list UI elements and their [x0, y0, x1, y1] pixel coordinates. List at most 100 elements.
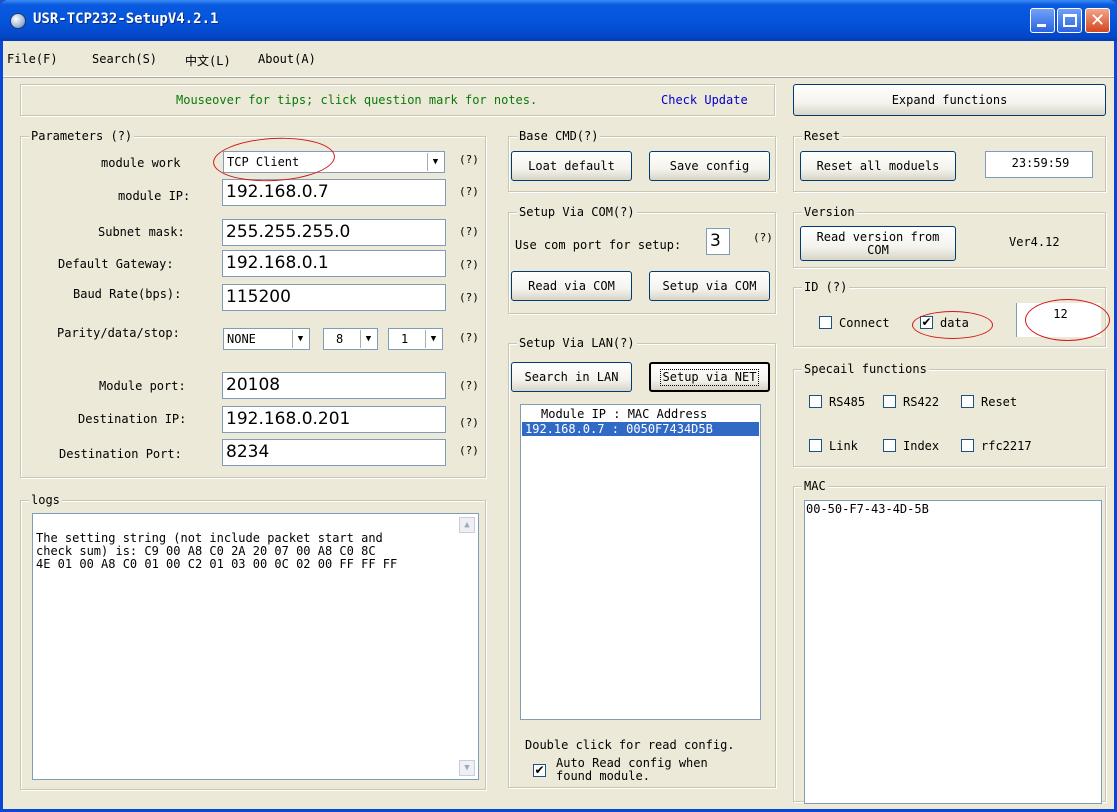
version-value: Ver4.12 [1009, 235, 1060, 249]
module-port-help-icon[interactable]: (?) [459, 379, 479, 392]
module-ip-field[interactable]: 192.168.0.7 [222, 179, 446, 206]
read-version-button[interactable]: Read version from COM [800, 226, 956, 261]
baud-help-icon[interactable]: (?) [459, 291, 479, 304]
dest-ip-help-icon[interactable]: (?) [459, 416, 479, 429]
read-version-label-line1: Read version from [816, 229, 940, 244]
subnet-label: Subnet mask: [98, 225, 185, 239]
parity-value: NONE [227, 332, 256, 346]
close-icon: ✕ [1089, 10, 1106, 31]
rs485-label: RS485 [829, 395, 866, 409]
maximize-button[interactable] [1057, 8, 1082, 33]
module-ip-label: module IP: [118, 189, 191, 203]
app-icon [10, 13, 26, 29]
gateway-help-icon[interactable]: (?) [459, 258, 479, 271]
base-cmd-title: Base CMD(?) [517, 129, 601, 143]
lan-module-list[interactable]: Module IP : MAC Address 192.168.0.7 : 00… [520, 404, 761, 720]
annotation-ellipse [1025, 299, 1110, 341]
scroll-up-icon[interactable]: ▲ [459, 517, 475, 533]
menu-search[interactable]: Search(S) [92, 52, 157, 66]
menu-bar: File(F) Search(S) 中文(L) About(A) [3, 41, 1114, 77]
id-title: ID (?) [802, 280, 850, 294]
rfc2217-label: rfc2217 [981, 439, 1032, 453]
reset-title: Reset [802, 129, 843, 143]
minimize-button[interactable] [1030, 8, 1055, 33]
rs422-checkbox[interactable] [883, 395, 896, 408]
chevron-down-icon[interactable]: ▼ [360, 330, 376, 348]
reset-checkbox[interactable] [961, 395, 974, 408]
baud-field[interactable]: 115200 [222, 284, 446, 311]
menu-file[interactable]: File(F) [7, 52, 58, 66]
dest-port-help-icon[interactable]: (?) [459, 444, 479, 457]
module-ip-help-icon[interactable]: (?) [459, 185, 479, 198]
module-work-label: module work [101, 156, 181, 170]
scroll-down-icon[interactable]: ▼ [459, 760, 475, 776]
data-bits-value: 8 [336, 332, 344, 346]
stop-bits-select[interactable]: 1 ▼ [388, 328, 443, 350]
com-port-field[interactable]: 3 [706, 228, 730, 255]
dest-port-field[interactable]: 8234 [222, 439, 446, 466]
menu-about[interactable]: About(A) [258, 52, 316, 66]
read-version-label-line2: COM [867, 242, 889, 257]
mac-value: 00-50-F7-43-4D-5B [806, 502, 929, 516]
parity-help-icon[interactable]: (?) [459, 331, 479, 344]
chevron-down-icon[interactable]: ▼ [427, 153, 443, 171]
link-checkbox[interactable] [809, 439, 822, 452]
minimize-icon [1037, 24, 1046, 27]
lan-hint: Double click for read config. [525, 738, 735, 752]
expand-functions-button[interactable]: Expand functions [793, 84, 1106, 116]
subnet-help-icon[interactable]: (?) [459, 225, 479, 238]
read-via-com-button[interactable]: Read via COM [511, 271, 632, 301]
module-port-field[interactable]: 20108 [222, 372, 446, 399]
stop-bits-value: 1 [401, 332, 409, 346]
logs-textarea[interactable]: The setting string (not include packet s… [32, 513, 479, 780]
connect-checkbox[interactable] [819, 316, 832, 329]
lan-list-header: Module IP : MAC Address [541, 407, 708, 421]
module-port-label: Module port: [99, 379, 186, 393]
setup-via-net-label: Setup via NET [659, 368, 760, 386]
connect-label: Connect [839, 316, 890, 330]
parity-select[interactable]: NONE ▼ [223, 328, 310, 350]
annotation-ellipse [912, 311, 993, 339]
auto-read-checkbox[interactable]: ✔ [533, 764, 546, 777]
tips-text: Mouseover for tips; click question mark … [176, 93, 538, 107]
save-config-button[interactable]: Save config [649, 151, 770, 181]
com-help-icon[interactable]: (?) [753, 231, 773, 244]
tips-bar: Mouseover for tips; click question mark … [20, 84, 775, 116]
dest-ip-field[interactable]: 192.168.0.201 [222, 406, 446, 433]
dest-port-label: Destination Port: [59, 447, 182, 461]
auto-read-label-line2: found module. [556, 769, 650, 783]
mac-title: MAC [802, 479, 828, 493]
gateway-field[interactable]: 192.168.0.1 [222, 250, 446, 277]
check-update-link[interactable]: Check Update [661, 93, 748, 107]
chevron-down-icon[interactable]: ▼ [292, 330, 308, 348]
setup-lan-title: Setup Via LAN(?) [517, 336, 637, 350]
search-in-lan-button[interactable]: Search in LAN [511, 362, 632, 392]
load-default-button[interactable]: Loat default [511, 151, 632, 181]
rfc2217-checkbox[interactable] [961, 439, 974, 452]
reset-time-field[interactable]: 23:59:59 [985, 151, 1093, 178]
setup-via-net-button[interactable]: Setup via NET [649, 362, 770, 392]
rs485-checkbox[interactable] [809, 395, 822, 408]
index-checkbox[interactable] [883, 439, 896, 452]
menu-language[interactable]: 中文(L) [185, 52, 231, 69]
window-title: USR-TCP232-SetupV4.2.1 [33, 11, 219, 27]
index-label: Index [903, 439, 940, 453]
com-port-label: Use com port for setup: [515, 238, 682, 252]
link-label: Link [829, 439, 858, 453]
gateway-label: Default Gateway: [58, 257, 174, 271]
lan-list-item[interactable]: 192.168.0.7 : 0050F7434D5B [522, 422, 759, 436]
reset-all-button[interactable]: Reset all moduels [800, 151, 956, 181]
auto-read-label-line1: Auto Read config when [556, 756, 708, 770]
module-work-help-icon[interactable]: (?) [459, 153, 479, 166]
logs-content: The setting string (not include packet s… [36, 532, 397, 571]
chevron-down-icon[interactable]: ▼ [425, 330, 441, 348]
special-functions-title: Specail functions [802, 362, 929, 376]
close-button[interactable]: ✕ [1085, 8, 1110, 33]
mac-textarea[interactable]: 00-50-F7-43-4D-5B [804, 500, 1102, 804]
baud-label: Baud Rate(bps): [73, 287, 182, 301]
setup-via-com-button[interactable]: Setup via COM [649, 271, 770, 301]
subnet-field[interactable]: 255.255.255.0 [222, 219, 446, 246]
title-bar: USR-TCP232-SetupV4.2.1 ✕ [0, 0, 1117, 41]
data-bits-select[interactable]: 8 ▼ [323, 328, 378, 350]
logs-title: logs [29, 493, 62, 507]
